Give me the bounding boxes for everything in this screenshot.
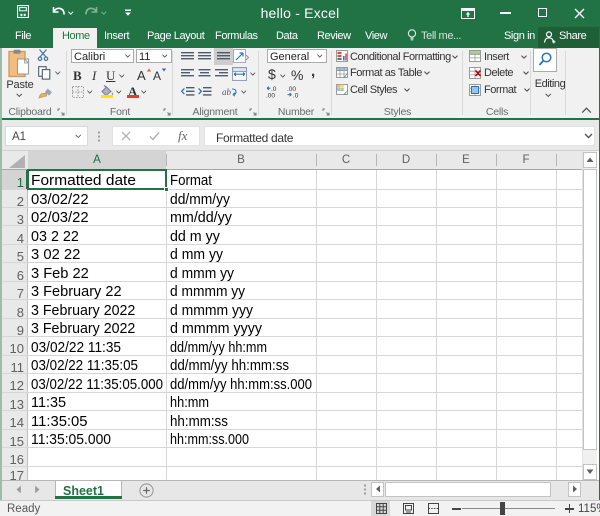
svg-text:ab: ab bbox=[222, 87, 232, 97]
svg-text:.00: .00 bbox=[266, 93, 275, 99]
svg-text:.0: .0 bbox=[293, 93, 299, 99]
